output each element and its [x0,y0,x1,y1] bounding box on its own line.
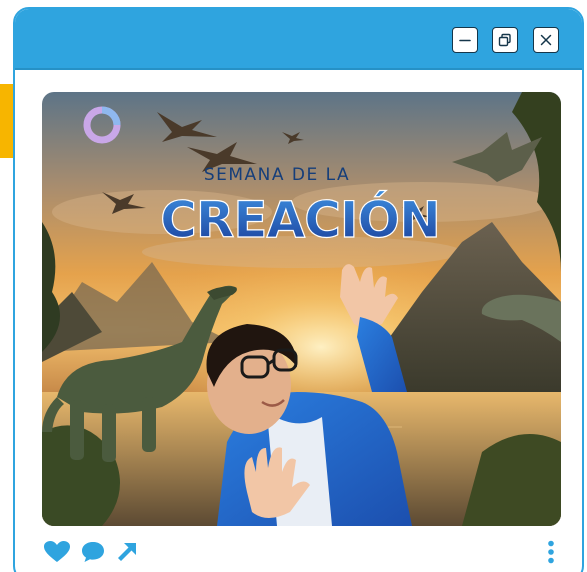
minimize-button[interactable] [452,27,478,53]
image-overline-text: SEMANA DE LA [204,165,350,185]
close-button[interactable] [533,27,559,53]
heart-icon [44,541,70,562]
restore-button[interactable] [492,27,518,53]
restore-icon [498,33,511,47]
post-image[interactable]: SEMANA DE LA CREACIÓN [42,92,561,526]
close-icon [540,34,552,46]
share-arrow-icon [118,543,136,561]
post-window: SEMANA DE LA CREACIÓN [13,7,584,572]
comment-button[interactable] [80,539,106,565]
minimize-icon [459,39,471,42]
window-titlebar [15,9,582,70]
image-headline-text: CREACIÓN [160,190,440,249]
more-options-button[interactable] [541,539,561,565]
side-accent-bar [0,84,14,158]
post-actions-bar [42,539,561,565]
share-button[interactable] [114,539,140,565]
comment-icon [82,542,104,562]
page: SEMANA DE LA CREACIÓN [0,0,587,572]
like-button[interactable] [42,539,72,565]
more-vertical-icon [548,540,554,564]
